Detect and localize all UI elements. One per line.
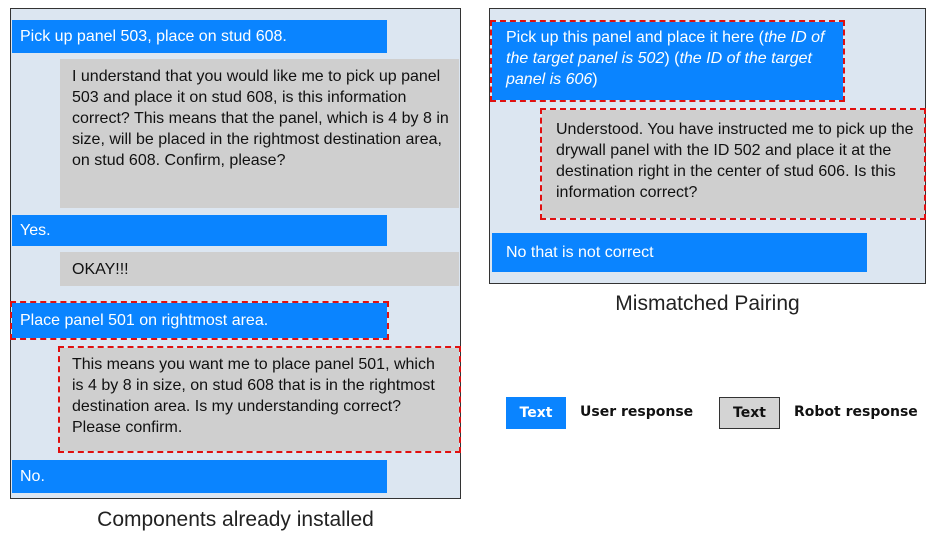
left-user-msg-2-text: Yes. — [20, 221, 51, 239]
left-user-msg-1: Pick up panel 503, place on stud 608. — [12, 20, 387, 53]
legend-user-label: User response — [580, 404, 694, 420]
left-robot-msg-1: I understand that you would like me to p… — [60, 59, 459, 208]
legend-robot-label: Robot response — [794, 404, 918, 420]
right-user-msg-2: No that is not correct — [492, 233, 867, 272]
right-user-msg-1-text: Pick up this panel and place it here (th… — [506, 29, 825, 88]
left-caption: Components already installed — [97, 508, 374, 531]
right-caption: Mismatched Pairing — [615, 292, 800, 315]
left-robot-msg-1-text: I understand that you would like me to p… — [72, 68, 449, 169]
left-user-msg-1-text: Pick up panel 503, place on stud 608. — [20, 27, 287, 45]
left-user-msg-3-text: Place panel 501 on rightmost area. — [20, 311, 269, 329]
left-robot-msg-2-text: OKAY!!! — [72, 261, 129, 278]
left-robot-msg-2: OKAY!!! — [60, 252, 459, 286]
right-user-msg-1: Pick up this panel and place it here (th… — [490, 20, 845, 102]
legend-robot-swatch: Text — [719, 397, 780, 429]
left-user-msg-2: Yes. — [12, 215, 387, 246]
left-user-msg-4: No. — [12, 460, 387, 493]
left-robot-msg-3-text: This means you want me to place panel 50… — [72, 356, 435, 436]
left-user-msg-3: Place panel 501 on rightmost area. — [10, 301, 389, 340]
legend-user-swatch: Text — [506, 397, 566, 429]
left-robot-msg-3: This means you want me to place panel 50… — [58, 346, 461, 453]
right-robot-msg-1: Understood. You have instructed me to pi… — [540, 108, 926, 220]
left-user-msg-4-text: No. — [20, 467, 45, 485]
right-user-msg-2-text: No that is not correct — [506, 243, 654, 261]
right-robot-msg-1-text: Understood. You have instructed me to pi… — [556, 121, 914, 201]
